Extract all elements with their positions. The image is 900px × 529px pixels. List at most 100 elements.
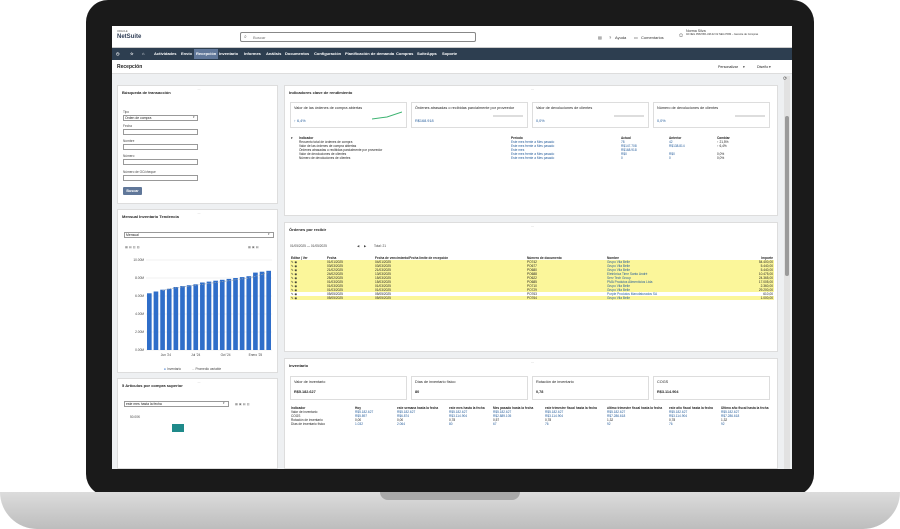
top-item-bar[interactable] <box>172 424 184 432</box>
nav-suiteapps[interactable]: SuiteApps <box>417 51 437 56</box>
cell-link[interactable]: Grupo Vila Belle <box>606 296 714 300</box>
bar-inventario <box>186 285 192 350</box>
type-select[interactable]: Orden de compra <box>123 115 198 121</box>
cell-link[interactable]: 2.064 <box>396 422 448 426</box>
kpi-card[interactable]: Número de devoluciones de clientes 0,0% <box>653 102 770 128</box>
cell-link[interactable]: 0 <box>668 156 716 160</box>
nav-planificacion[interactable]: Planificación de demanda <box>345 51 394 56</box>
date-range-filter[interactable]: 01/05/2025 — 01/05/2025 <box>290 244 327 248</box>
comments-icon[interactable]: ▭ <box>634 35 638 40</box>
inventory-card[interactable]: COGS R$3.114.904 <box>653 376 770 400</box>
home-icon[interactable]: ⌂ <box>142 51 144 56</box>
legend-dot-icon: ● <box>164 367 166 371</box>
bar-inventario <box>226 278 232 350</box>
chart-tools-icon[interactable]: ▦ ▣ ▤ ▥ <box>235 402 250 406</box>
drag-handle[interactable]: ⋯ <box>198 87 201 91</box>
nav-documentos[interactable]: Documentos <box>285 51 309 56</box>
help-icon[interactable]: ? <box>609 35 611 40</box>
drag-handle[interactable]: ⋯ <box>531 87 534 91</box>
cell-link[interactable]: 76 <box>668 422 720 426</box>
drag-handle[interactable]: ⋯ <box>531 224 534 228</box>
comments-link[interactable]: Comentarios <box>641 35 664 40</box>
personalize-chevron-icon[interactable]: ▾ <box>743 65 745 69</box>
search-button[interactable]: Buscar <box>123 187 142 195</box>
recent-records-icon[interactable]: ▤ <box>598 35 602 40</box>
cell-link[interactable]: 1.032 <box>354 422 396 426</box>
y-tick-label: 6.00M <box>135 294 144 298</box>
personalize-button[interactable]: Personalizar <box>718 65 738 69</box>
inventory-card[interactable]: Días de inventario físico 80 <box>411 376 528 400</box>
kpi-sparkline <box>735 115 765 117</box>
number-label: Número <box>123 154 135 158</box>
period-select[interactable]: este mes hasta la fecha <box>124 401 229 407</box>
table-row[interactable]: ✎ ◉ 05/05/2025 05/05/2025 PO764 Grupo Vila B… <box>290 296 774 300</box>
po-check-label: Número de OC/cheque <box>123 170 156 174</box>
search-placeholder: Buscar <box>253 35 266 40</box>
layout-button[interactable]: Diseño <box>757 65 768 69</box>
nav-recepcion[interactable]: Recepción <box>194 49 219 59</box>
search-input[interactable]: ⌕ Buscar <box>240 32 476 42</box>
netsuite-logo[interactable]: ORACLE NetSuite <box>117 30 141 39</box>
cell-link[interactable]: 76 <box>544 422 606 426</box>
chart-tools-icon[interactable]: ▦ ▣ ▤ <box>248 245 259 249</box>
edit-view-icons[interactable]: ✎ ◉ <box>290 296 326 300</box>
y-tick-label: 2.00M <box>135 330 144 334</box>
chart-type-icon[interactable]: ▦ ▤ ▥ ▧ <box>125 245 140 249</box>
next-arrow-icon[interactable]: ▶ <box>364 244 366 248</box>
cell: PO764 <box>526 296 606 300</box>
chevron-down-icon: ▾ <box>193 115 195 119</box>
kpi-value: R$168.918 <box>415 119 434 123</box>
x-tick-label: Jul '24 <box>191 353 200 357</box>
scrollbar-thumb[interactable] <box>785 116 789 276</box>
user-avatar-icon[interactable]: ☺ <box>678 33 684 39</box>
help-link[interactable]: Ayuda <box>615 35 626 40</box>
number-field[interactable] <box>123 159 198 165</box>
kpi-card[interactable]: Valor de las órdenes de compra abiertas … <box>290 102 407 128</box>
nav-actividades[interactable]: Actividades <box>154 51 176 56</box>
inventory-card[interactable]: Rotación de inventario 0,78 <box>532 376 649 400</box>
bar-inventario <box>259 271 265 350</box>
po-check-field[interactable] <box>123 175 198 181</box>
nav-analisis[interactable]: Análisis <box>266 51 281 56</box>
cell-link[interactable]: Este mes frente a Mes pasado <box>510 156 620 160</box>
legend-promedio: Promedio variable <box>195 367 222 371</box>
bar-inventario <box>266 270 272 350</box>
recent-icon[interactable]: ◷ <box>116 51 120 56</box>
nav-informes[interactable]: Informes <box>244 51 261 56</box>
layout-chevron-icon[interactable]: ▾ <box>769 65 771 69</box>
inventory-card[interactable]: Valor de inventario R$5.182.627 <box>290 376 407 400</box>
period-select[interactable]: Mensual <box>124 232 274 238</box>
cell-link[interactable]: 80 <box>448 422 492 426</box>
favorites-icon[interactable]: ☆ <box>130 51 134 56</box>
scrollbar[interactable] <box>784 76 790 469</box>
kpi-card[interactable]: Órdenes atrasadas o recibidas parcialmen… <box>411 102 528 128</box>
inventory-table: Indicador Hoy este semana hasta la fecha… <box>290 406 774 426</box>
cell-link[interactable]: 92 <box>606 422 668 426</box>
total-count: Total: 21 <box>374 244 387 248</box>
cell-link[interactable]: 67 <box>492 422 544 426</box>
date-field[interactable] <box>123 129 198 135</box>
user-menu[interactable]: Norma Silva 02 NEG PRM BR-UM-02 02 NEG P… <box>686 29 791 37</box>
nav-soporte[interactable]: Soporte <box>442 51 457 56</box>
nav-configuracion[interactable]: Configuración <box>314 51 341 56</box>
nav-inventario[interactable]: Inventario <box>219 51 238 56</box>
prev-arrow-icon[interactable]: ◀ <box>357 244 359 248</box>
kpi-card[interactable]: Valor de devoluciones de clientes 0,0% <box>532 102 649 128</box>
laptop-notch <box>380 492 520 500</box>
name-field[interactable] <box>123 144 198 150</box>
drag-handle[interactable]: ⋯ <box>531 360 534 364</box>
nav-envio[interactable]: Envío <box>181 51 192 56</box>
drag-handle[interactable]: ⋯ <box>198 211 201 215</box>
legend-dash-icon: -- <box>192 367 195 371</box>
cell-link[interactable]: 92 <box>720 422 774 426</box>
kpi-label: Valor de devoluciones de clientes <box>536 106 593 110</box>
nav-compras[interactable]: Compras <box>396 51 413 56</box>
card-value: R$3.114.904 <box>657 390 679 394</box>
cell-link[interactable]: 0 <box>620 156 668 160</box>
panel-title: Órdenes por recibir <box>289 227 327 232</box>
drag-handle[interactable]: ⋯ <box>198 380 201 384</box>
kpi-label: Valor de las órdenes de compra abiertas <box>294 106 363 110</box>
refresh-icon[interactable]: ⟳ <box>783 76 787 82</box>
bar-inventario <box>219 279 225 350</box>
kpi-sparkline <box>614 115 644 117</box>
